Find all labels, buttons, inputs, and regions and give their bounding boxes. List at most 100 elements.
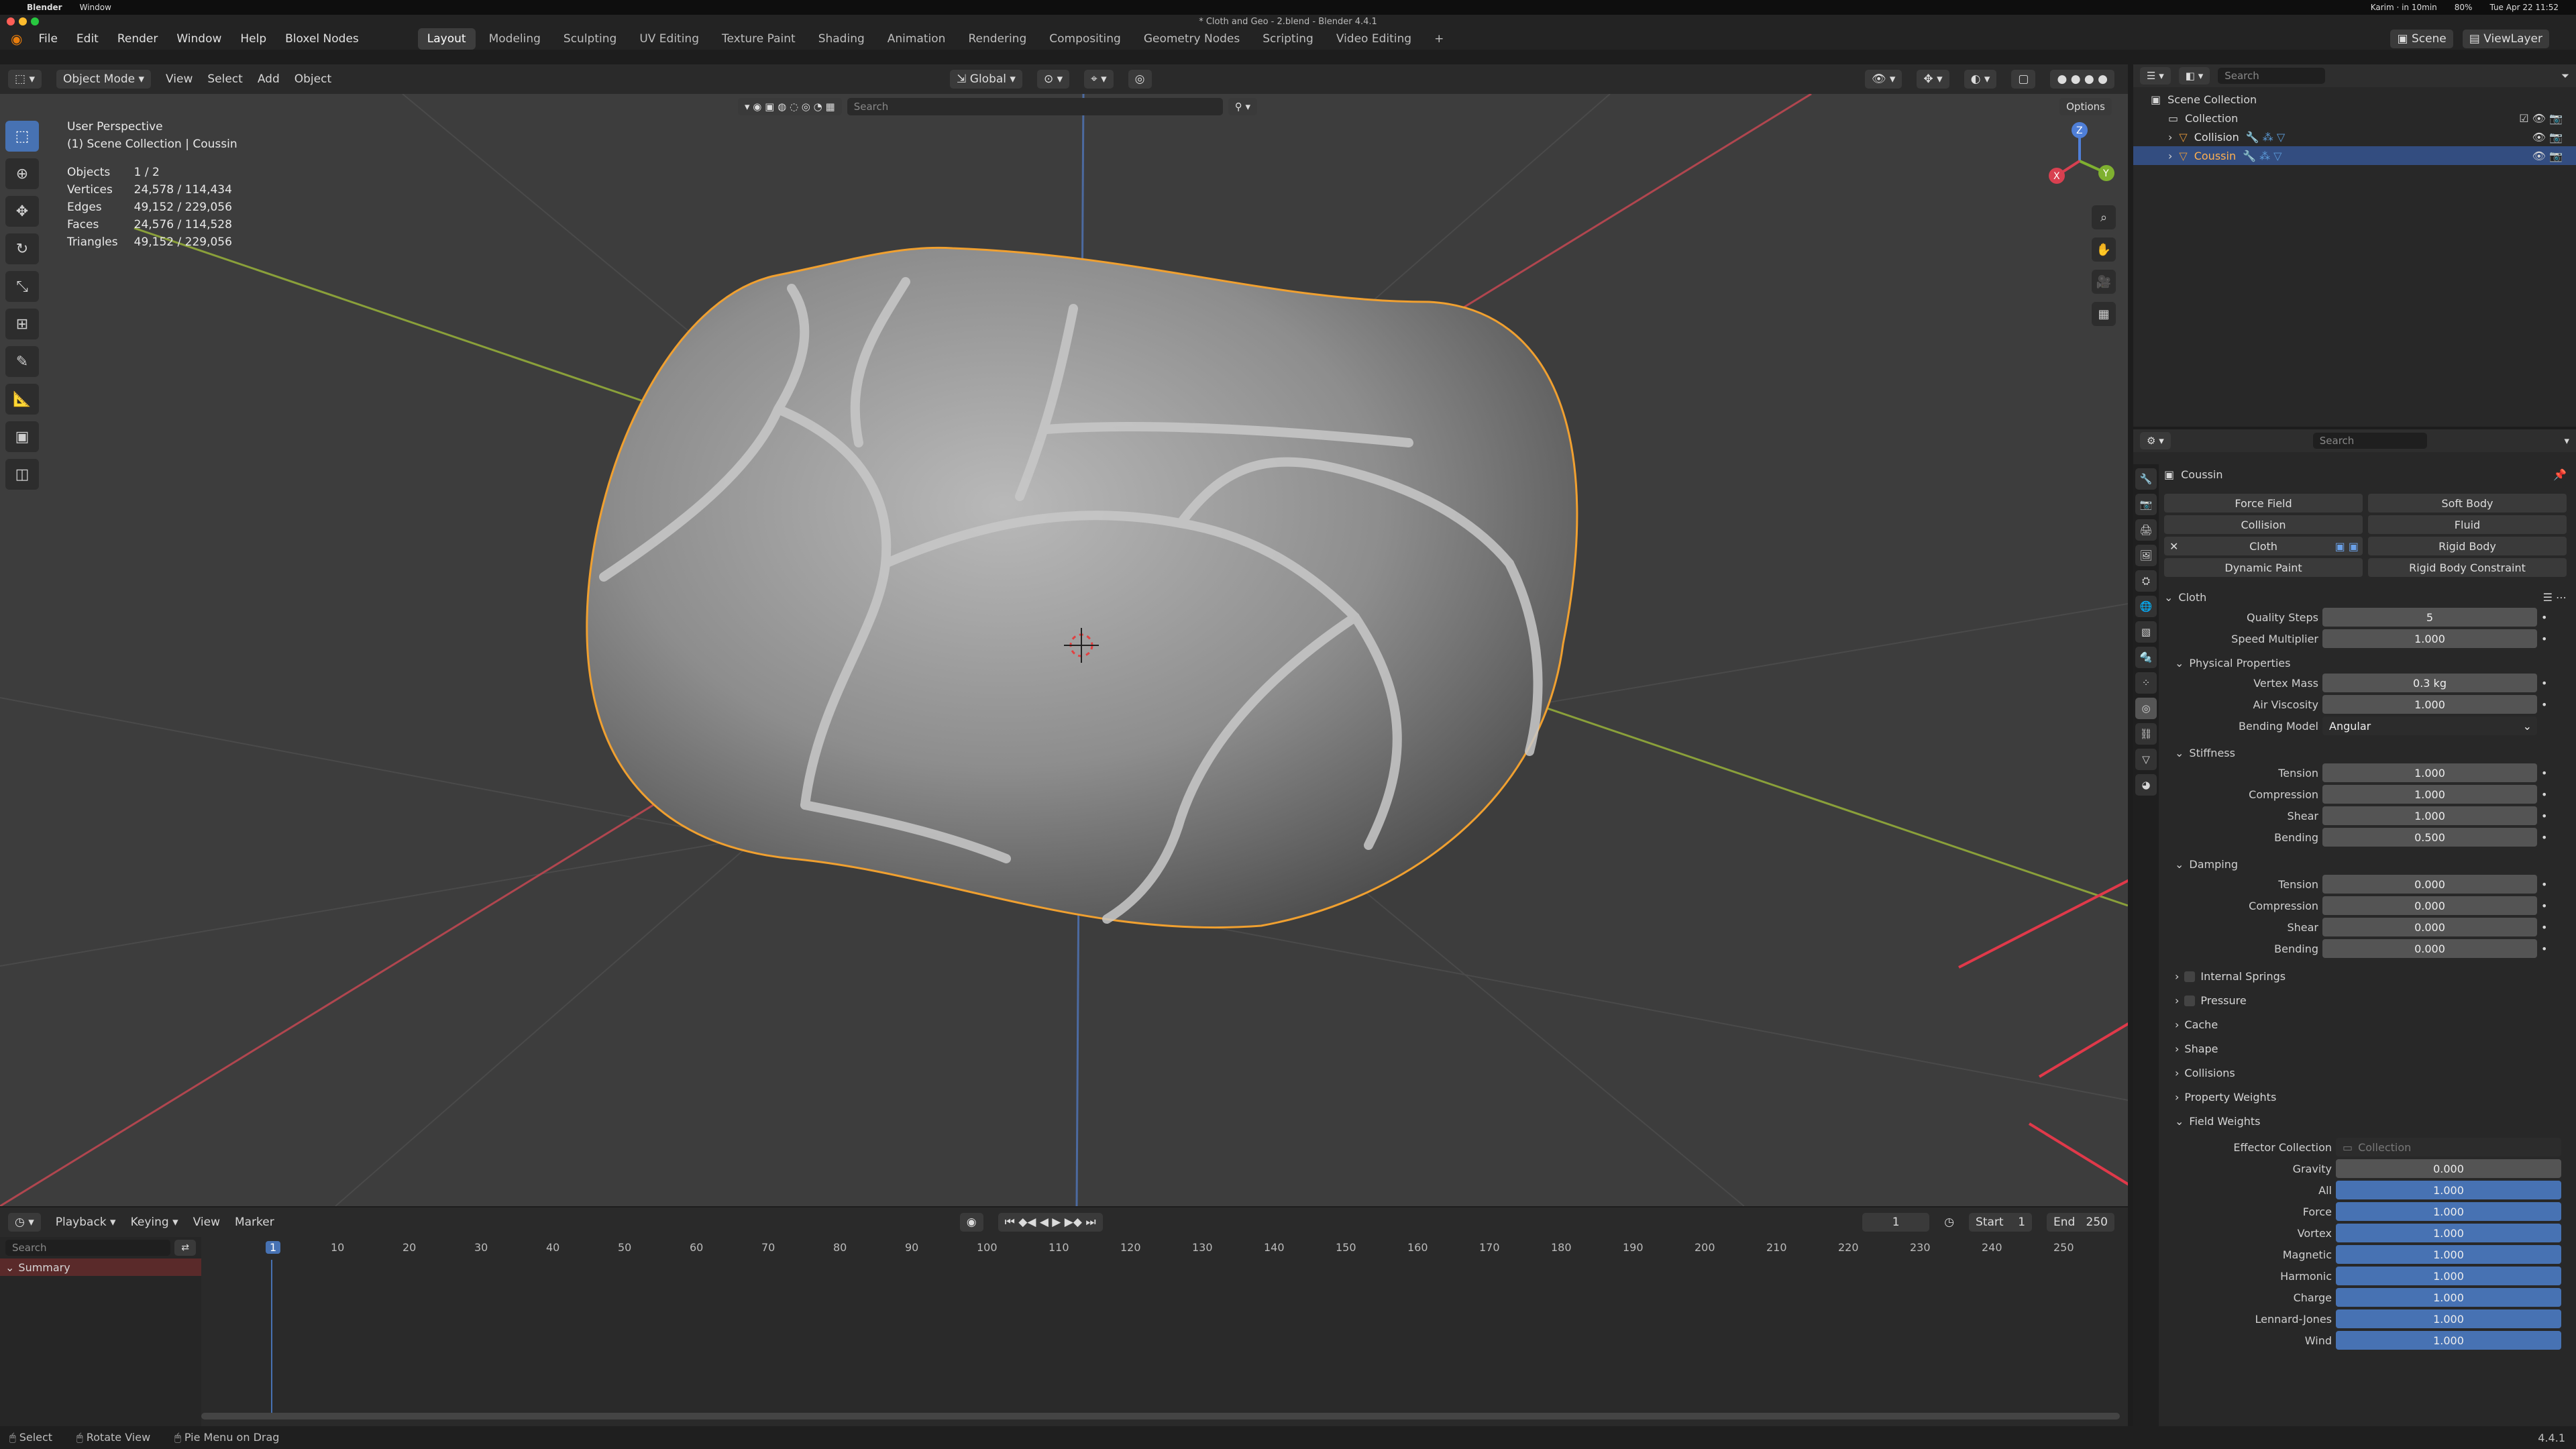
shape-header[interactable]: › Shape <box>2175 1037 2567 1061</box>
viewport-menu-add[interactable]: Add <box>258 72 280 86</box>
rigid-body-constraint-button[interactable]: Rigid Body Constraint <box>2368 558 2567 577</box>
weight-force-slider[interactable]: 1.000 <box>2336 1202 2561 1221</box>
perspective-toggle-icon[interactable]: ▦ <box>2092 302 2116 326</box>
tab-geometry-nodes[interactable]: Geometry Nodes <box>1134 28 1249 50</box>
view-layer-tab-icon[interactable]: 🖼 <box>2135 545 2157 566</box>
cache-header[interactable]: › Cache <box>2175 1013 2567 1037</box>
vertex-mass-field[interactable]: 0.3 kg <box>2322 674 2537 692</box>
timeline-area[interactable]: Search ⇄ ⌄ Summary 1 10 20 30 40 50 60 70 80 90 10… <box>0 1237 2128 1426</box>
app-menu[interactable]: Blender <box>27 3 62 12</box>
field-weights-header[interactable]: ⌄ Field Weights <box>2175 1110 2567 1134</box>
viewport-menu-select[interactable]: Select <box>207 72 242 86</box>
scene-tab-icon[interactable]: ⛭ <box>2135 570 2157 592</box>
modifiers-tab-icon[interactable]: 🔩 <box>2135 647 2157 668</box>
gravity-field[interactable]: 0.000 <box>2336 1159 2561 1178</box>
pivot-icon[interactable]: ⊙ ▾ <box>1036 70 1070 89</box>
outliner-collection[interactable]: ▭ Collection ☑ 👁 📷 <box>2133 109 2576 127</box>
scale-tool-icon[interactable]: ⤡ <box>5 271 39 302</box>
expand-arrow-icon[interactable]: › <box>2168 131 2172 144</box>
display-mode-icon[interactable]: ◧ ▾ <box>2178 67 2210 85</box>
output-tab-icon[interactable]: 🖨 <box>2135 519 2157 541</box>
expand-arrow-icon[interactable]: › <box>2168 150 2172 162</box>
keyframe-dot-icon[interactable]: • <box>2541 943 2561 955</box>
outliner-search-input[interactable]: Search <box>2218 68 2326 84</box>
stiffness-header[interactable]: ⌄ Stiffness <box>2164 742 2567 763</box>
playback-controls[interactable]: ⏮ ◆◀ ◀ ▶ ▶◆ ⏭ <box>998 1213 1103 1232</box>
measure-tool-icon[interactable]: 📐 <box>5 384 39 415</box>
internal-springs-header[interactable]: › Internal Springs <box>2175 965 2567 989</box>
menu-window[interactable]: Window <box>176 32 221 46</box>
battery-status[interactable]: 80% <box>2455 3 2473 12</box>
dynamic-paint-button[interactable]: Dynamic Paint <box>2164 558 2363 577</box>
add-object-icon[interactable]: ◫ <box>5 459 39 490</box>
keyframe-dot-icon[interactable]: • <box>2541 677 2561 690</box>
cursor-tool-icon[interactable]: ⊕ <box>5 158 39 189</box>
keyframe-dot-icon[interactable]: • <box>2541 810 2561 822</box>
viewlayer-selector[interactable]: ▤ ViewLayer <box>2462 30 2549 48</box>
current-frame-field[interactable]: 1 <box>1862 1213 1930 1232</box>
tool-tab-icon[interactable]: 🔧 <box>2135 468 2157 490</box>
weight-lennard-jones-slider[interactable]: 1.000 <box>2336 1309 2561 1328</box>
outliner-editor-icon[interactable]: ☰ ▾ <box>2140 67 2171 85</box>
viewport-menu-object[interactable]: Object <box>294 72 331 86</box>
minimize-window-icon[interactable] <box>19 17 27 25</box>
keyframe-dot-icon[interactable]: • <box>2541 633 2561 645</box>
damping-bending-field[interactable]: 0.000 <box>2322 939 2537 958</box>
quality-steps-field[interactable]: 5 <box>2322 608 2537 627</box>
outliner-item-collision[interactable]: › ▽ Collision 🔧 ⁂ ▽ 👁 📷 <box>2133 127 2576 146</box>
tab-modeling[interactable]: Modeling <box>480 28 550 50</box>
stiffness-shear-field[interactable]: 1.000 <box>2322 806 2537 825</box>
item-visibility-icons[interactable]: 👁 📷 <box>2532 150 2563 162</box>
keyframe-dot-icon[interactable]: • <box>2541 698 2561 711</box>
add-cube-icon[interactable]: ▣ <box>5 421 39 452</box>
keyframe-dot-icon[interactable]: • <box>2541 900 2561 912</box>
start-frame-field[interactable]: Start 1 <box>1969 1213 2033 1232</box>
timeline-scrollbar[interactable] <box>201 1413 2120 1419</box>
coussin-mesh[interactable] <box>586 246 1578 929</box>
shading-mode-icon[interactable]: ● ● ● ● <box>2050 70 2114 89</box>
snap-icon[interactable]: ⌖ ▾ <box>1084 70 1114 89</box>
tab-texture-paint[interactable]: Texture Paint <box>712 28 805 50</box>
scene-selector[interactable]: ▣ Scene <box>2390 30 2453 48</box>
tab-animation[interactable]: Animation <box>878 28 955 50</box>
pressure-checkbox[interactable] <box>2184 996 2196 1006</box>
camera-view-icon[interactable]: 🎥 <box>2092 270 2116 294</box>
editor-type-icon[interactable]: ⬚ ▾ <box>8 70 42 89</box>
soft-body-button[interactable]: Soft Body <box>2368 494 2567 513</box>
viewport-search-input[interactable]: Search <box>847 98 1223 115</box>
render-tab-icon[interactable]: 📷 <box>2135 494 2157 515</box>
auto-keying-icon[interactable]: ◉ <box>959 1213 983 1232</box>
tab-scripting[interactable]: Scripting <box>1253 28 1323 50</box>
material-tab-icon[interactable]: ◕ <box>2135 774 2157 796</box>
tab-rendering[interactable]: Rendering <box>959 28 1036 50</box>
weight-magnetic-slider[interactable]: 1.000 <box>2336 1245 2561 1264</box>
keyframe-dot-icon[interactable]: • <box>2541 921 2561 934</box>
gizmo-toggle-icon[interactable]: ✥ ▾ <box>1917 70 1949 89</box>
timeline-menu-playback[interactable]: Playback ▾ <box>56 1216 116 1229</box>
navigation-gizmo[interactable]: Z Y X <box>2039 121 2120 201</box>
damping-shear-field[interactable]: 0.000 <box>2322 918 2537 936</box>
cloth-button[interactable]: ✕ Cloth ▣ ▣ <box>2164 537 2363 555</box>
remove-cloth-icon[interactable]: ✕ <box>2169 540 2178 553</box>
timeline-editor-icon[interactable]: ◷ ▾ <box>8 1213 41 1232</box>
move-tool-icon[interactable]: ✥ <box>5 196 39 227</box>
calendar-reminder[interactable]: Karim · in 10min <box>2371 3 2437 12</box>
rigid-body-button[interactable]: Rigid Body <box>2368 537 2567 555</box>
filter-funnel-icon[interactable]: ⚲ ▾ <box>1228 98 1257 115</box>
timeline-search-input[interactable]: Search <box>5 1240 171 1256</box>
outliner-filter-icon[interactable]: ⏷ <box>2561 70 2569 82</box>
close-window-icon[interactable] <box>7 17 15 25</box>
menu-bloxel-nodes[interactable]: Bloxel Nodes <box>285 32 359 46</box>
constraints-tab-icon[interactable]: ⛓ <box>2135 723 2157 745</box>
physics-tab-icon[interactable]: ◎ <box>2135 698 2157 719</box>
collision-button[interactable]: Collision <box>2164 515 2363 534</box>
menu-help[interactable]: Help <box>240 32 266 46</box>
air-viscosity-field[interactable]: 1.000 <box>2322 695 2537 714</box>
tab-uv-editing[interactable]: UV Editing <box>630 28 708 50</box>
visibility-icon[interactable]: 👁 ▾ <box>1864 70 1902 89</box>
collection-visibility-icons[interactable]: ☑ 👁 📷 <box>2519 112 2563 125</box>
add-workspace-icon[interactable]: + <box>1425 28 1453 50</box>
item-visibility-icons[interactable]: 👁 📷 <box>2532 131 2563 144</box>
transform-tool-icon[interactable]: ⊞ <box>5 309 39 339</box>
force-field-button[interactable]: Force Field <box>2164 494 2363 513</box>
